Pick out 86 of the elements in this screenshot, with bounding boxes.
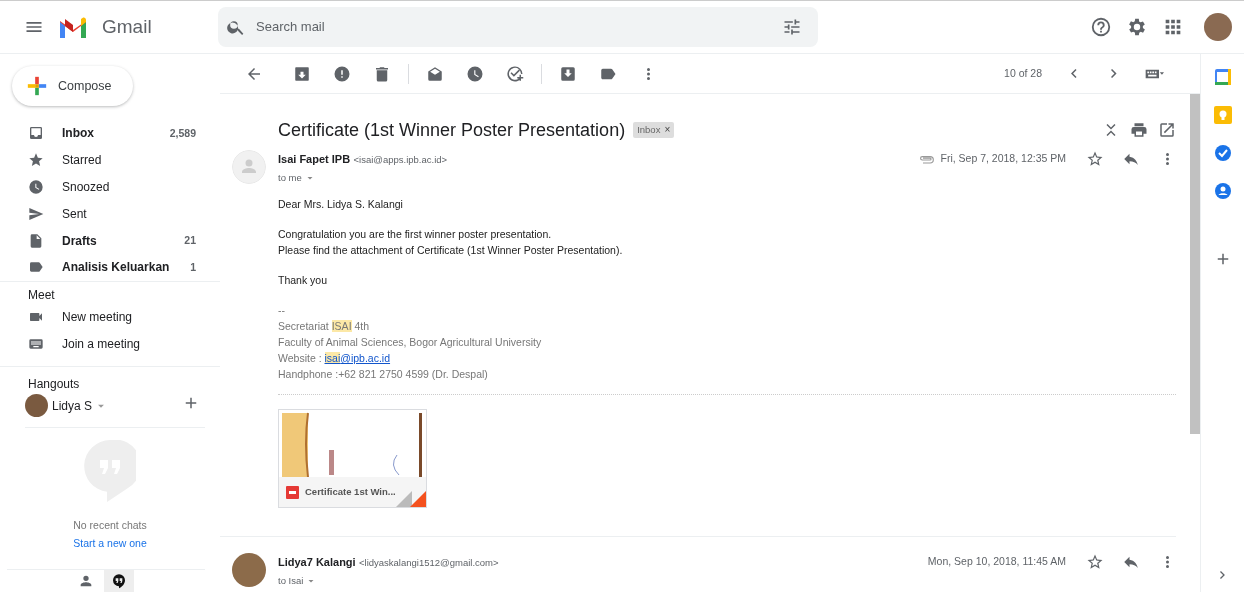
print-button[interactable]	[1130, 121, 1148, 139]
sender-name: Isai Fapet IPB	[278, 153, 351, 165]
inbox-icon	[28, 125, 44, 142]
sender-email: <isai@apps.ipb.ac.id>	[353, 154, 448, 165]
sender-email: <lidyaskalangi1512@gmail.com>	[359, 557, 499, 568]
folder-item[interactable]: Analisis Keluarkan 1	[0, 254, 220, 281]
settings-button[interactable]	[1126, 16, 1148, 38]
tray-arrow-icon	[559, 64, 577, 83]
folded-corner-icon	[396, 491, 426, 507]
email-text: Dear Mrs. Lidya S. Kalangi	[278, 197, 404, 212]
more-icon	[1165, 153, 1169, 165]
star-outline-icon	[1086, 553, 1104, 571]
start-chat-link[interactable]: Start a new one	[73, 535, 147, 552]
trash-icon	[373, 64, 391, 83]
email-text: Secretariat ISAI 4th	[278, 319, 371, 334]
recipient-dropdown[interactable]: to me	[278, 171, 316, 186]
email-link[interactable]: isai@ipb.ac.id	[324, 352, 391, 364]
email-text: Please find the attachment of Certificate (1st Winner Poster Presentation).	[278, 243, 624, 258]
user-avatar	[25, 394, 48, 418]
email-text: Congratulation you are the first winner poster presentation.	[278, 227, 553, 242]
gmail-logo-icon	[58, 16, 88, 38]
folder-item[interactable]: Inbox 2,589	[0, 120, 220, 147]
new-window-button[interactable]	[1158, 121, 1176, 139]
email-text: Faculty of Animal Sciences, Bogor Agricultural University	[278, 335, 543, 350]
sender-avatar	[232, 150, 266, 184]
label-chip: Inbox ×	[633, 121, 675, 139]
user-status-dropdown[interactable]: Lidya S	[52, 396, 109, 415]
sender-avatar	[232, 553, 266, 587]
more-icon	[646, 67, 650, 80]
send-icon	[28, 205, 44, 222]
pagination-text: 10 of 28	[1004, 65, 1042, 81]
more-icon	[1165, 556, 1169, 568]
chat-bubble-icon	[111, 573, 127, 589]
help-icon	[1090, 16, 1112, 38]
section-title: Meet	[27, 286, 56, 304]
contacts-icon[interactable]	[1213, 182, 1232, 200]
open-in-new-icon	[1158, 121, 1176, 139]
sender-name: Lidya7 Kalangi	[278, 556, 356, 568]
email-date: Fri, Sep 7, 2018, 12:35 PM	[940, 151, 1066, 167]
star-outline-icon	[1086, 150, 1104, 168]
hangouts-tab-button[interactable]	[104, 570, 134, 592]
folder-item[interactable]: Starred	[0, 146, 220, 174]
chevron-right-icon	[1111, 69, 1117, 78]
recipient-dropdown[interactable]: to Isai	[278, 574, 318, 589]
settings-icon	[1126, 16, 1148, 38]
chevron-left-icon	[1071, 69, 1077, 78]
check-plus-icon	[506, 64, 524, 83]
calendar-icon[interactable]	[1213, 68, 1232, 86]
meet-item[interactable]: New meeting	[0, 303, 220, 331]
folder-item[interactable]: Drafts 21	[0, 227, 220, 254]
compose-button[interactable]: Compose	[12, 66, 133, 106]
exclamation-icon	[333, 64, 351, 83]
email-subject: Certificate (1st Winner Poster Presentation)	[278, 118, 626, 142]
clock-icon	[28, 179, 44, 195]
section-title: Hangouts	[27, 375, 81, 393]
tasks-icon[interactable]	[1213, 144, 1232, 162]
folder-item[interactable]: Sent	[0, 200, 220, 228]
meet-item[interactable]: Join a meeting	[0, 330, 220, 358]
attachment-name: Certificate 1st Win...	[305, 484, 396, 499]
empty-chats-text: No recent chats	[73, 517, 147, 533]
search-bar[interactable]: Search mail	[218, 7, 818, 47]
app-name: Gmail	[102, 14, 152, 39]
email-text: Handphone :+62 821 2750 4599 (Dr. Despal)	[278, 367, 489, 382]
account-avatar[interactable]	[1204, 13, 1232, 41]
star-icon	[28, 152, 44, 169]
archive-box-icon	[293, 64, 311, 83]
email-date: Mon, Sep 10, 2018, 11:45 AM	[927, 554, 1066, 570]
pdf-icon	[286, 485, 299, 499]
folder-item[interactable]: Snoozed	[0, 173, 220, 201]
print-icon	[1130, 121, 1148, 139]
search-options-icon[interactable]	[782, 17, 802, 37]
remove-label-button[interactable]: ×	[664, 125, 671, 135]
search-field[interactable]: Search mail	[254, 16, 782, 38]
clock-icon	[466, 64, 484, 83]
star-button[interactable]	[1086, 553, 1104, 571]
email-text: Website : isai@ipb.ac.id	[278, 351, 392, 366]
attachment-card[interactable]: Certificate 1st Win...	[278, 409, 427, 508]
person-icon	[78, 573, 94, 589]
document-icon	[28, 232, 44, 249]
email-text: --	[278, 303, 286, 318]
email-text: Thank you	[278, 273, 329, 288]
plus-icon	[26, 75, 48, 97]
star-button[interactable]	[1086, 150, 1104, 168]
help-button[interactable]	[1090, 16, 1112, 38]
scrollbar[interactable]	[1190, 94, 1200, 434]
chevron-right-icon	[1220, 571, 1225, 579]
